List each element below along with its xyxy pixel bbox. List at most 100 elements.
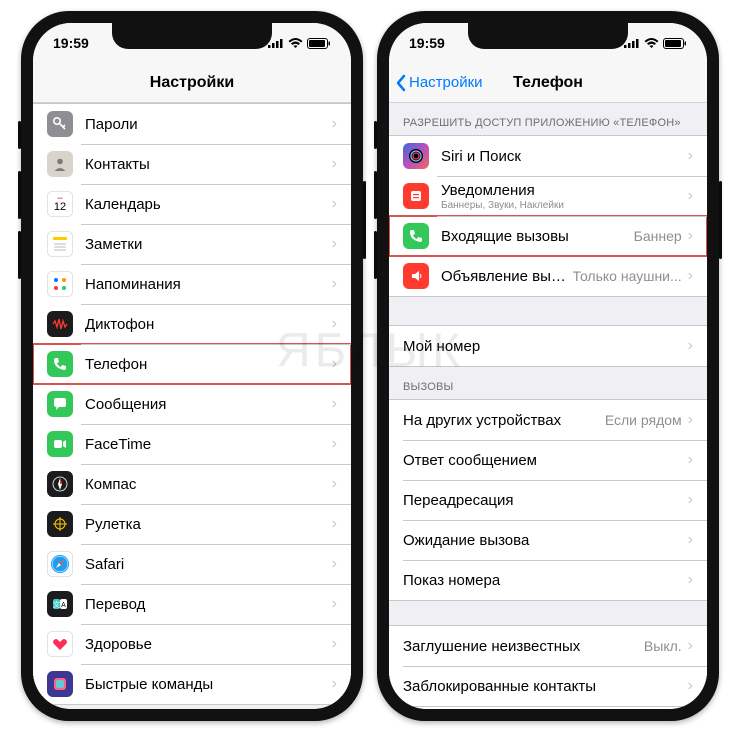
settings-row[interactable]: Пароли› [33,104,351,144]
row-label: Safari [85,556,330,573]
chevron-right-icon: › [688,451,693,469]
settings-row[interactable]: На других устройствахЕсли рядом › [389,400,707,440]
battery-icon [663,38,687,49]
settings-row[interactable]: Рулетка› [33,504,351,544]
row-label: Ответ сообщением [403,452,686,469]
section-header: ВЫЗОВЫ [389,367,707,399]
page-title: Телефон [513,74,583,92]
status-time: 19:59 [53,35,89,51]
settings-row[interactable]: 文A Перевод› [33,584,351,624]
wifi-icon [288,38,303,49]
person-icon [47,151,73,177]
chevron-right-icon: › [332,275,337,293]
chevron-right-icon: › [332,675,337,693]
row-label: Перевод [85,596,330,613]
row-label: Быстрые команды [85,676,330,693]
wifi-icon [644,38,659,49]
navbar: Настройки Телефон [389,63,707,103]
chevron-right-icon: › [688,411,693,429]
row-label: Заметки [85,236,330,253]
chevron-right-icon: › [688,147,693,165]
row-label: Сообщения [85,396,330,413]
row-label: Диктофон [85,316,330,333]
settings-row[interactable]: Быстрые команды› [33,664,351,704]
notch [112,23,272,49]
chevron-right-icon: › [332,635,337,653]
settings-row[interactable]: Safari› [33,544,351,584]
row-label: FaceTime [85,436,330,453]
row-value: Выкл. [644,638,682,654]
settings-row[interactable]: Входящие вызовыБаннер› [389,216,707,256]
row-label: Входящие вызовы [441,228,634,245]
back-button[interactable]: Настройки [395,63,483,102]
settings-row[interactable]: Сообщать о спаме (SMS/звонки)› [389,706,707,709]
settings-row[interactable]: Диктофон› [33,304,351,344]
settings-row[interactable]: Заметки› [33,224,351,264]
phone-frame-right: 19:59 Настройки Телефон РАЗРЕШИТЬ ДОСТУП… [377,11,719,721]
health-icon [47,631,73,657]
siri-icon [403,143,429,169]
row-label: На других устройствах [403,412,605,429]
chevron-left-icon [395,74,407,92]
row-label: Siri и Поиск [441,148,686,165]
back-label: Настройки [409,74,483,91]
settings-row[interactable]: Показ номера› [389,560,707,600]
section-header: РАЗРЕШИТЬ ДОСТУП ПРИЛОЖЕНИЮ «ТЕЛЕФОН» [389,103,707,135]
phone-frame-left: 19:59 Настройки Пароли›Контакты›•••12Кал… [21,11,363,721]
row-label: Ожидание вызова [403,532,686,549]
chevron-right-icon: › [688,491,693,509]
settings-row[interactable]: Мой номер› [389,326,707,366]
row-value: Если рядом [605,412,682,428]
settings-row[interactable]: УведомленияБаннеры, Звуки, Наклейки› [389,176,707,216]
settings-row[interactable]: Siri и Поиск› [389,136,707,176]
settings-row[interactable]: Ожидание вызова› [389,520,707,560]
chevron-right-icon: › [688,267,693,285]
chevron-right-icon: › [332,555,337,573]
svg-text:文: 文 [53,600,60,609]
notif-icon [403,183,429,209]
row-value: Только наушни... [573,268,682,284]
safari-icon [47,551,73,577]
settings-row[interactable]: FaceTime› [33,424,351,464]
chevron-right-icon: › [332,395,337,413]
chevron-right-icon: › [332,235,337,253]
chevron-right-icon: › [688,637,693,655]
navbar: Настройки [33,63,351,103]
settings-row[interactable]: Напоминания› [33,264,351,304]
row-label: Заглушение неизвестных [403,638,644,655]
settings-row[interactable]: Переадресация› [389,480,707,520]
row-label: Контакты [85,156,330,173]
row-label: Рулетка [85,516,330,533]
row-label: Телефон [85,356,330,373]
row-label: Напоминания [85,276,330,293]
settings-row[interactable]: Компас› [33,464,351,504]
chevron-right-icon: › [688,187,693,205]
settings-row[interactable]: Объявление вызововТолько наушни...› [389,256,707,296]
row-label: Заблокированные контакты [403,678,686,695]
settings-row[interactable]: Здоровье› [33,624,351,664]
facetime-icon [47,431,73,457]
settings-row[interactable]: Контакты› [33,144,351,184]
chevron-right-icon: › [332,195,337,213]
notes-icon [47,231,73,257]
chevron-right-icon: › [332,595,337,613]
row-value: Баннер [634,228,682,244]
settings-row[interactable]: Заблокированные контакты› [389,666,707,706]
measure-icon [47,511,73,537]
svg-text:A: A [61,602,66,609]
chevron-right-icon: › [332,475,337,493]
chevron-right-icon: › [688,337,693,355]
settings-row[interactable]: Ответ сообщением› [389,440,707,480]
chevron-right-icon: › [688,677,693,695]
settings-row[interactable]: Сообщения› [33,384,351,424]
status-time: 19:59 [409,35,445,51]
cal-icon: •••12 [47,191,73,217]
settings-row[interactable]: •••12Календарь› [33,184,351,224]
chevron-right-icon: › [688,531,693,549]
chevron-right-icon: › [332,155,337,173]
battery-icon [307,38,331,49]
key-icon [47,111,73,137]
settings-row[interactable]: Заглушение неизвестныхВыкл. › [389,626,707,666]
settings-row[interactable]: Телефон› [33,344,351,384]
row-label: Пароли [85,116,330,133]
